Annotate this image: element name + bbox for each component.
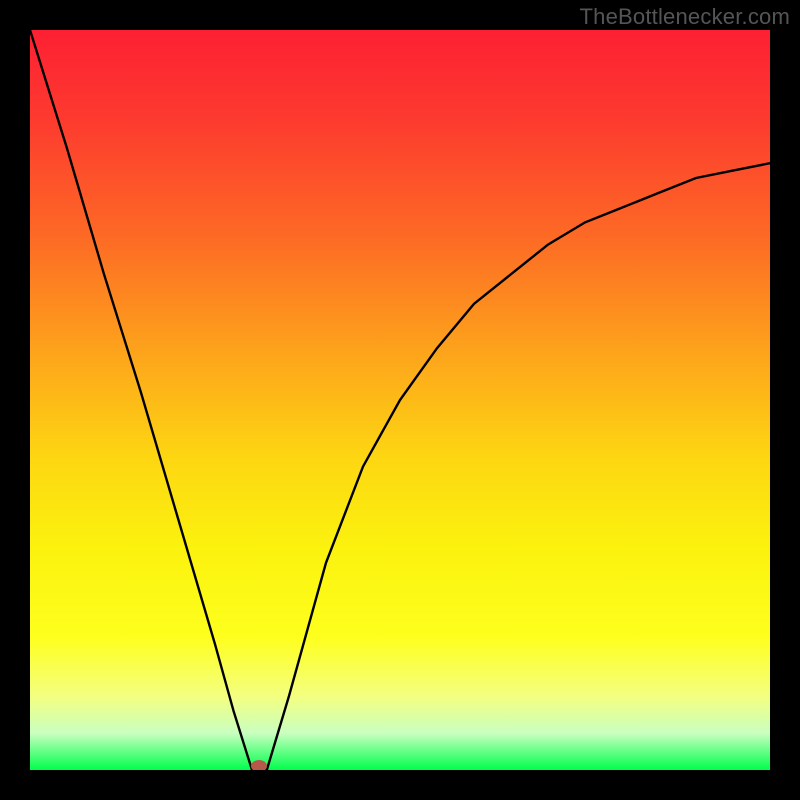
bottleneck-curve <box>30 30 770 770</box>
curve-path <box>30 30 770 770</box>
plot-area <box>30 30 770 770</box>
minimum-marker <box>251 760 267 770</box>
chart-frame: TheBottlenecker.com <box>0 0 800 800</box>
watermark-text: TheBottlenecker.com <box>580 4 790 30</box>
